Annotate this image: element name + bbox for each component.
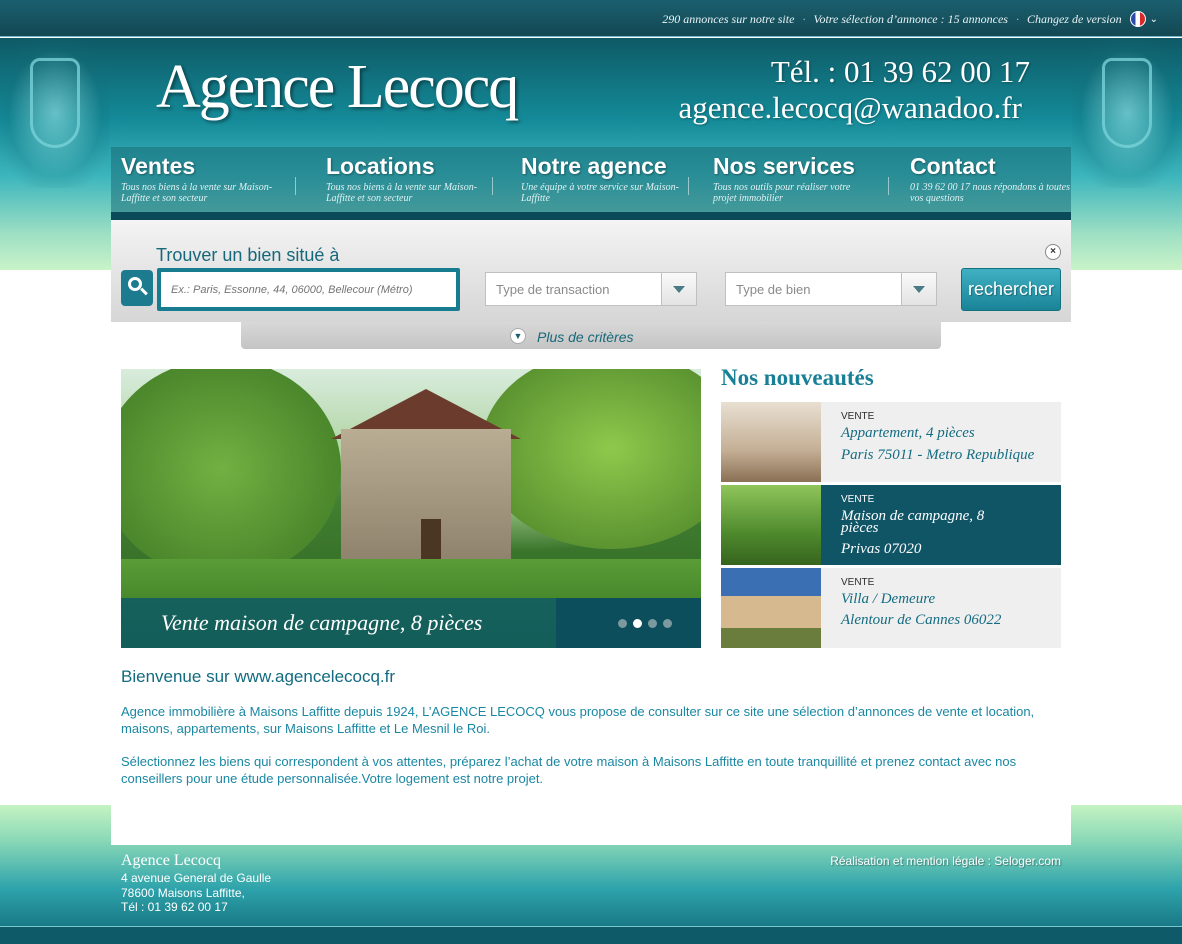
search-button[interactable]: rechercher bbox=[961, 268, 1061, 311]
nav-description: 01 39 62 00 17 nous répondons à toutes v… bbox=[910, 182, 1070, 204]
site-logo[interactable]: Agence Lecocq bbox=[156, 52, 519, 123]
dropdown-arrow-icon[interactable] bbox=[661, 273, 696, 305]
nav-title: Ventes bbox=[121, 153, 196, 179]
ornament-right-image bbox=[1072, 38, 1182, 188]
property-type-select[interactable]: Type de bien bbox=[725, 272, 937, 306]
header-phone: Tél. : 01 39 62 00 17 bbox=[770, 54, 1030, 89]
top-links: 290 annonces sur notre site · Votre séle… bbox=[662, 11, 1158, 27]
footer-agency-name: Agence Lecocq bbox=[121, 852, 221, 869]
slide-pagination bbox=[618, 619, 678, 628]
nav-description: Tous nos biens à la vente sur Maison-Laf… bbox=[121, 182, 273, 204]
transaction-type-value: Type de transaction bbox=[496, 282, 610, 297]
news-place: Paris 75011 - Metro Republique bbox=[841, 447, 1035, 463]
news-thumbnail[interactable] bbox=[721, 568, 821, 648]
nav-title: Contact bbox=[910, 153, 996, 179]
search-title: Trouver un bien situé à bbox=[156, 245, 340, 265]
footer-content-strip bbox=[111, 805, 1071, 845]
nav-description: Tous nos outils pour réaliser votre proj… bbox=[713, 182, 851, 204]
nav-item-ventes[interactable]: Ventes Tous nos biens à la vente sur Mai… bbox=[121, 153, 281, 211]
main-nav: Ventes Tous nos biens à la vente sur Mai… bbox=[111, 147, 1071, 220]
top-bar: 290 annonces sur notre site · Votre séle… bbox=[0, 0, 1182, 37]
news-category: VENTE bbox=[841, 494, 875, 505]
ads-count-link[interactable]: 290 annonces sur notre site bbox=[662, 12, 794, 27]
footer-address-line: 78600 Maisons Laffitte, bbox=[121, 886, 245, 900]
news-place: Alentour de Cannes 06022 bbox=[841, 612, 1002, 628]
header-email-link[interactable]: agence.lecocq@wanadoo.fr bbox=[678, 90, 1022, 126]
intro-paragraph: Sélectionnez les biens qui correspondent… bbox=[121, 754, 1017, 786]
change-version-link[interactable]: Changez de version bbox=[1027, 12, 1122, 27]
slide-photo-tree bbox=[121, 369, 341, 579]
transaction-type-select[interactable]: Type de transaction bbox=[485, 272, 697, 306]
separator: · bbox=[802, 11, 806, 26]
nav-divider bbox=[295, 177, 296, 195]
close-icon[interactable]: × bbox=[1045, 244, 1061, 260]
chevron-down-icon[interactable]: ▼ bbox=[510, 328, 526, 344]
slide-dot[interactable] bbox=[663, 619, 672, 628]
news-category: VENTE bbox=[841, 577, 875, 588]
nav-title: Notre agence bbox=[521, 153, 667, 179]
property-type-value: Type de bien bbox=[736, 282, 811, 297]
nav-description: Une équipe à votre service sur Maison-La… bbox=[521, 182, 679, 204]
footer-phone: Tél : 01 39 62 00 17 bbox=[121, 900, 228, 914]
featured-slideshow[interactable]: Vente maison de campagne, 8 pièces bbox=[121, 369, 701, 648]
news-name[interactable]: Appartement, 4 pièces bbox=[841, 426, 1051, 441]
news-name[interactable]: Maison de campagne, 8 pièces bbox=[841, 509, 991, 536]
slide-dot-active[interactable] bbox=[633, 619, 642, 628]
news-thumbnail[interactable] bbox=[721, 485, 821, 565]
news-name[interactable]: Villa / Demeure bbox=[841, 592, 1051, 607]
news-title: Nos nouveautés bbox=[721, 365, 874, 390]
more-criteria-bar[interactable]: ▼ Plus de critères bbox=[241, 322, 941, 349]
chevron-down-icon[interactable]: ⌄ bbox=[1150, 14, 1158, 25]
nav-item-locations[interactable]: Locations Tous nos biens à la vente sur … bbox=[326, 153, 486, 211]
slide-caption[interactable]: Vente maison de campagne, 8 pièces bbox=[161, 610, 482, 636]
nav-divider bbox=[492, 177, 493, 195]
news-item-active[interactable]: VENTE Maison de campagne, 8 pièces Priva… bbox=[721, 485, 1061, 565]
selection-link[interactable]: Votre sélection d’annonce : 15 annonces bbox=[813, 12, 1008, 27]
intro-paragraph: Agence immobilière à Maisons Laffitte de… bbox=[121, 704, 1035, 736]
news-place: Privas 07020 bbox=[841, 541, 922, 557]
nav-divider bbox=[688, 177, 689, 195]
news-thumbnail[interactable] bbox=[721, 402, 821, 482]
nav-item-contact[interactable]: Contact 01 39 62 00 17 nous répondons à … bbox=[910, 153, 1070, 211]
footer-address-line: 4 avenue General de Gaulle bbox=[121, 871, 272, 885]
news-item[interactable]: VENTE Appartement, 4 pièces Paris 75011 … bbox=[721, 402, 1061, 482]
location-search-input[interactable] bbox=[157, 268, 460, 311]
ornament-left-image bbox=[0, 38, 110, 188]
welcome-heading: Bienvenue sur www.agencelecocq.fr bbox=[121, 667, 396, 686]
footer-legal-link[interactable]: Réalisation et mention légale : Seloger.… bbox=[830, 854, 1061, 868]
separator: · bbox=[1015, 11, 1019, 26]
news-category: VENTE bbox=[841, 411, 875, 422]
slide-dot[interactable] bbox=[618, 619, 627, 628]
footer-bottom-bar bbox=[0, 926, 1182, 944]
french-flag-icon[interactable] bbox=[1129, 11, 1146, 27]
news-item[interactable]: VENTE Villa / Demeure Alentour de Cannes… bbox=[721, 568, 1061, 648]
more-criteria-link[interactable]: Plus de critères bbox=[537, 329, 633, 345]
nav-title: Locations bbox=[326, 153, 435, 179]
nav-description: Tous nos biens à la vente sur Maison-Laf… bbox=[326, 182, 478, 204]
slide-dot[interactable] bbox=[648, 619, 657, 628]
search-icon bbox=[121, 270, 153, 306]
nav-divider bbox=[888, 177, 889, 195]
dropdown-arrow-icon[interactable] bbox=[901, 273, 936, 305]
slide-photo-door bbox=[421, 519, 441, 559]
nav-title: Nos services bbox=[713, 153, 855, 179]
nav-item-notre-agence[interactable]: Notre agence Une équipe à votre service … bbox=[521, 153, 681, 211]
nav-item-nos-services[interactable]: Nos services Tous nos outils pour réalis… bbox=[713, 153, 873, 211]
